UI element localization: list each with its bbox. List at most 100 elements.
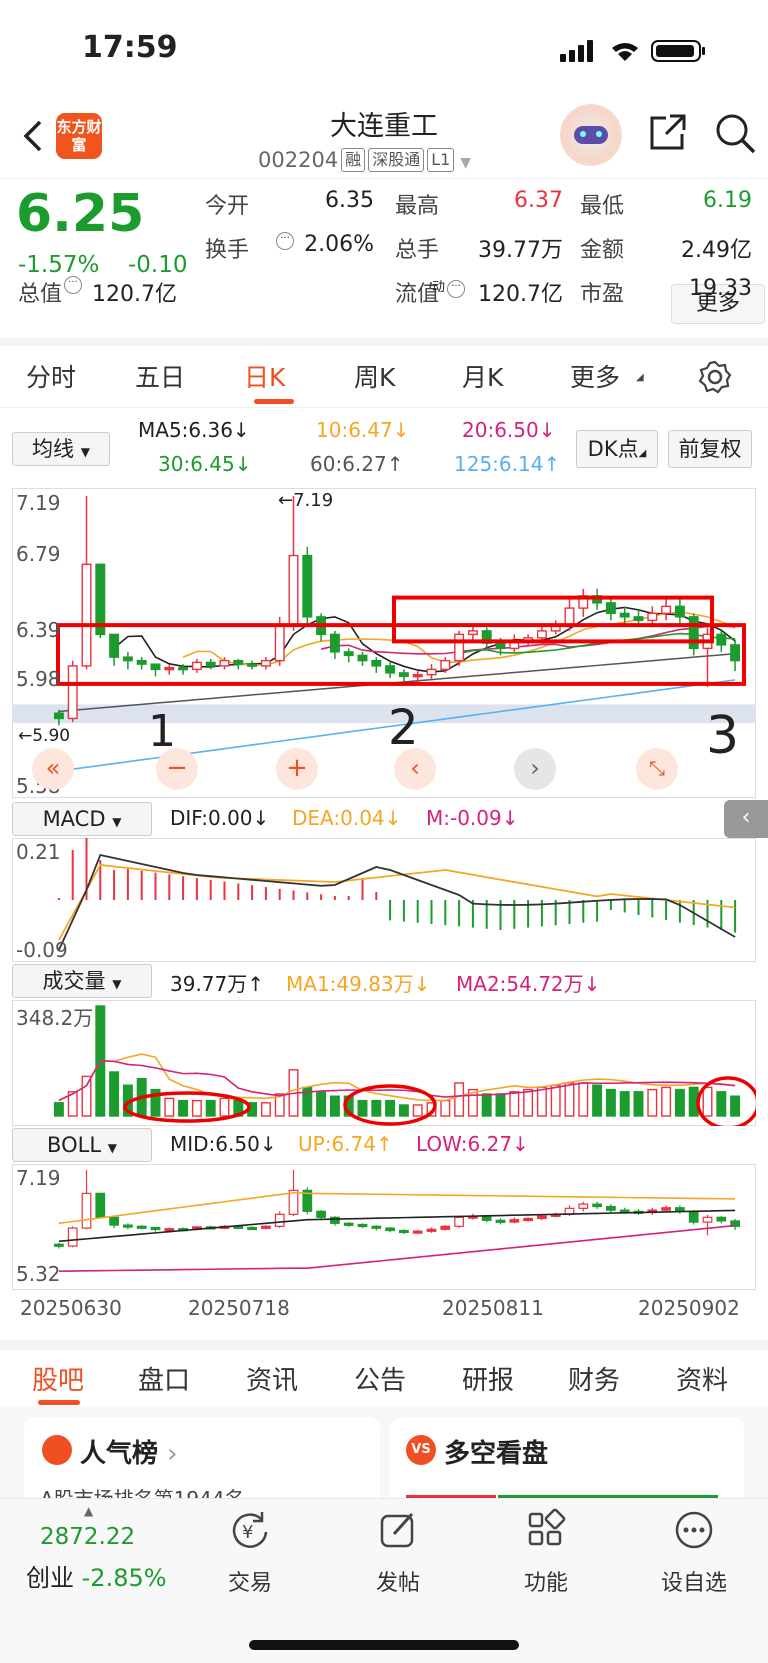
volume-bar [633,1091,644,1117]
content-tab-5[interactable]: 财务 [568,1360,620,1397]
trade-icon[interactable]: ¥ [228,1508,272,1552]
adjust-button[interactable]: 前复权 [668,430,752,468]
chevron-right-icon[interactable]: › [514,748,556,790]
macd-svg [57,838,737,951]
candle-body [164,666,175,671]
quote-value: 39.77万 [478,238,563,263]
gear-icon[interactable] [698,360,732,394]
content-tab-0[interactable]: 股吧 [32,1360,84,1397]
indicator-selector[interactable]: 均线 ▼ [12,432,110,466]
candle-body [302,554,313,618]
nav-post[interactable]: 发帖 [353,1565,443,1597]
candle-body [81,563,92,667]
dk-point-button[interactable]: DK点◢ [576,430,658,468]
macd-selector[interactable]: MACD ▼ [12,802,152,836]
share-icon[interactable] [648,112,688,152]
chevron-down-icon[interactable]: ▼ [460,155,471,171]
volume-bar [219,1097,230,1117]
candle-body [536,630,547,639]
boll-selector[interactable]: BOLL ▼ [12,1128,152,1162]
change-percent: -1.57% [18,252,100,278]
nav-watchlist[interactable]: 设自选 [649,1565,739,1597]
info-icon[interactable]: ··· [64,276,83,294]
boll-candle-body [537,1215,547,1220]
volume-bar [412,1104,423,1117]
content-tab-3[interactable]: 公告 [354,1360,406,1397]
scroll-left-fast-icon[interactable]: « [32,748,74,790]
chart-bars-icon [42,1435,72,1465]
tab-2[interactable]: 日K [244,358,285,394]
volume-selector[interactable]: 成交量 ▼ [12,964,152,998]
quote-value: 19.33 [689,276,752,301]
compose-icon[interactable] [376,1508,420,1552]
tab-1[interactable]: 五日 [135,358,185,394]
candle-body [357,654,368,662]
boll-candle-body [716,1216,727,1222]
volume-bar [730,1095,741,1117]
index-value[interactable]: 2872.22 [40,1524,135,1550]
ma-item: 10:6.47↓ [316,418,410,442]
volume-bar [260,1102,271,1117]
tab-5[interactable]: 更多 [570,358,620,394]
boll-candle-body [95,1192,106,1218]
popularity-card[interactable]: 人气榜 › A股市场排名第1944名 [24,1417,380,1511]
content-tab-1[interactable]: 盘口 [138,1360,190,1397]
volume-bar [661,1086,672,1117]
info-icon[interactable]: ··· [276,232,294,250]
status-time: 17:59 [82,30,178,65]
volume-bar [619,1091,630,1117]
search-icon[interactable] [714,112,756,154]
volume-bar [550,1084,561,1117]
date-label-1: 20250630 [20,1296,122,1320]
zoom-out-icon[interactable]: − [156,748,198,790]
quote-label: 金额 [580,238,625,263]
y-label-3: 6.39 [16,618,61,642]
content-tab-indicator [38,1400,80,1405]
index-row[interactable]: 创业 -2.85% [26,1558,167,1593]
volume-bar [674,1088,685,1117]
candle-body [136,659,147,665]
candle-body [564,607,575,627]
home-indicator [249,1640,519,1650]
content-tab-2[interactable]: 资讯 [246,1360,298,1397]
volume-bar [536,1086,547,1117]
boll-candle-body [523,1217,533,1222]
volume-bar [329,1095,340,1117]
fullscreen-icon[interactable]: ⤡ [636,748,678,790]
tab-4[interactable]: 月K [462,358,503,394]
volume-ma2: MA2:54.72万↓ [456,972,601,996]
grid-apps-icon[interactable] [524,1508,568,1552]
volume-bar [205,1099,216,1117]
bull-bear-card[interactable]: VS 多空看盘 [390,1417,744,1507]
tab-0[interactable]: 分时 [26,358,76,394]
ma-item: 125:6.14↑ [454,452,561,476]
candle-body [412,673,423,678]
tab-3[interactable]: 周K [354,358,395,394]
candle-body [109,633,120,658]
info-icon[interactable]: ··· [447,280,465,298]
boll-up-line [58,1191,736,1225]
content-tab-4[interactable]: 研报 [462,1360,514,1397]
volume-bar [385,1099,396,1117]
candle-body [674,605,685,618]
collapse-panel-icon[interactable]: ‹ [724,800,768,838]
more-dots-icon[interactable] [672,1508,716,1552]
volume-bar [164,1097,175,1117]
volume-bar [592,1084,603,1117]
candle-body [619,612,630,618]
candle-body [398,672,409,678]
chevron-left-icon[interactable]: ‹ [394,748,436,790]
nav-functions[interactable]: 功能 [501,1565,591,1597]
volume-bar [495,1093,506,1117]
quote-value: 6.19 [703,188,752,213]
volume-bar [454,1082,465,1117]
assistant-robot-icon[interactable] [560,104,622,166]
candle-body [688,616,699,650]
nav-trade[interactable]: 交易 [205,1565,295,1597]
candle-body [191,661,202,671]
quote-value: 2.06% [304,232,374,257]
candle-body [150,663,161,671]
zoom-in-icon[interactable]: + [276,748,318,790]
content-tab-6[interactable]: 资料 [676,1360,728,1397]
boll-candle-body [123,1224,133,1228]
